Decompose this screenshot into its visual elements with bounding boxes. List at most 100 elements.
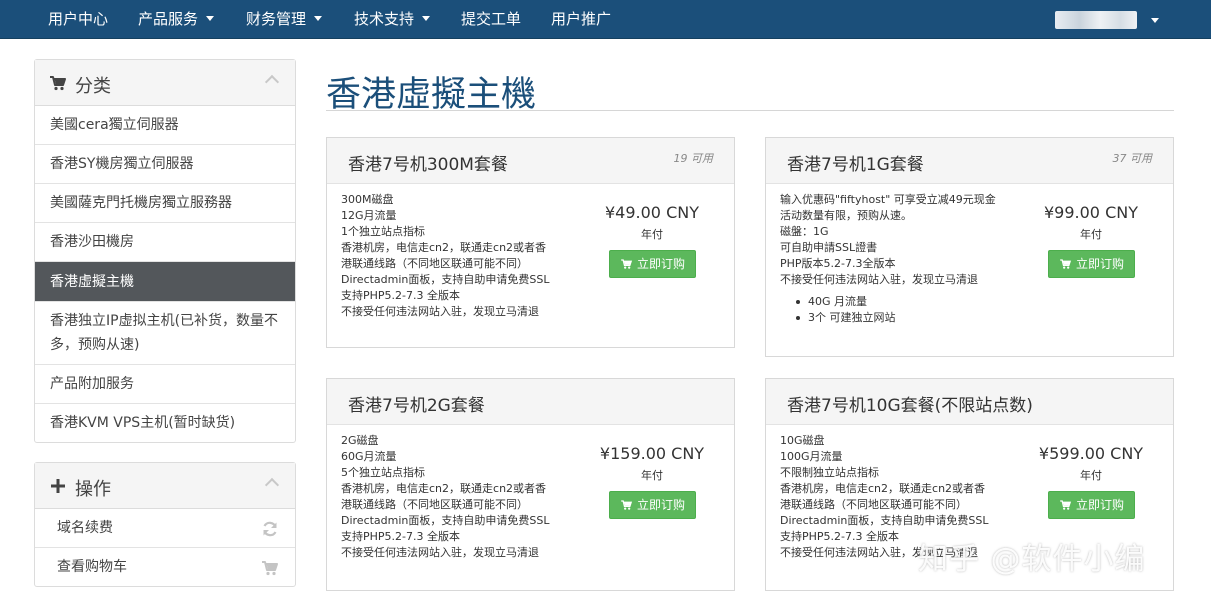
cart-icon	[621, 258, 633, 269]
feature-line: 港联通线路（不同地区联通可能不同）	[780, 498, 967, 511]
product-card: 香港7号机300M套餐 19 可用 300M磁盘 12G月流量 1个独立站点指标…	[326, 137, 735, 348]
feature-line: 60G月流量	[341, 450, 397, 463]
cart-icon	[621, 499, 633, 510]
feature-line: 活动数量有限，预购从速。	[780, 209, 912, 222]
cart-icon	[262, 561, 278, 576]
product-description: 输入优惠码"fiftyhost" 可享受立减49元现金 活动数量有限，预购从速。…	[780, 192, 1004, 326]
feature-line: 输入优惠码"fiftyhost" 可享受立减49元现金	[780, 193, 996, 206]
feature-line: 12G月流量	[341, 209, 397, 222]
sidebar-item-cera[interactable]: 美國cera獨立伺服器	[35, 106, 295, 145]
sidebar-item-label: 美國薩克門托機房獨立服務器	[50, 195, 232, 211]
feature-line: 不限制独立站点指标	[780, 466, 879, 479]
sidebar-item-sacramento[interactable]: 美國薩克門托機房獨立服務器	[35, 184, 295, 223]
feature-line: 1个独立站点指标	[341, 225, 425, 238]
sidebar-item-kvm-vps[interactable]: 香港KVM VPS主机(暂时缺货)	[35, 404, 295, 442]
sidebar-item-hk-dedicated-ip[interactable]: 香港独立IP虚拟主机(已补货，数量不多，预购从速)	[35, 302, 295, 365]
feature-line: 磁盤：1G	[780, 225, 829, 238]
product-price: ¥159.00 CNY	[599, 444, 705, 463]
cart-icon	[1060, 499, 1072, 510]
feature-line: 香港机房，电信走cn2，联通走cn2或者香	[341, 482, 547, 495]
actions-panel-header[interactable]: 操作	[35, 463, 295, 509]
feature-line: PHP版本5.2-7.3全版本	[780, 257, 896, 270]
feature-bullet: 40G 月流量	[796, 294, 1004, 310]
categories-title: 分类	[75, 76, 111, 97]
sidebar-item-label: 香港独立IP虚拟主机(已补货，数量不多，预购从速)	[50, 313, 279, 353]
nav-label: 技术支持	[354, 10, 415, 28]
nav-billing[interactable]: 财务管理	[246, 0, 323, 39]
product-description: 300M磁盘 12G月流量 1个独立站点指标 香港机房，电信走cn2，联通走cn…	[341, 192, 565, 320]
sidebar-item-view-cart[interactable]: 查看购物车	[35, 548, 295, 586]
billing-cycle: 年付	[641, 228, 663, 241]
feature-line: 100G月流量	[780, 450, 843, 463]
product-name: 香港7号机2G套餐	[348, 396, 485, 416]
product-price: ¥599.00 CNY	[1038, 444, 1144, 463]
order-button-label: 立即订购	[636, 257, 685, 271]
feature-line: 不接受任何违法网站入驻，发现立马清退	[341, 305, 539, 318]
caret-down-icon	[422, 16, 431, 21]
categories-panel-header[interactable]: 分类	[35, 60, 295, 106]
nav-submit-ticket[interactable]: 提交工单	[461, 0, 521, 39]
order-now-button[interactable]: 立即订购	[1048, 491, 1135, 519]
nav-label: 用户中心	[48, 10, 109, 28]
nav-label: 用户推广	[551, 10, 612, 28]
feature-line: Directadmin面板，支持自助申请免费SSL	[780, 514, 989, 527]
cart-icon	[1060, 258, 1072, 269]
cart-icon	[50, 76, 66, 91]
product-availability: 37 可用	[1112, 152, 1153, 165]
feature-bullet: 3个 可建独立网站	[796, 310, 1004, 326]
caret-down-icon	[206, 16, 215, 21]
feature-line: 300M磁盘	[341, 193, 394, 206]
feature-line: 港联通线路（不同地区联通可能不同）	[341, 498, 528, 511]
chevron-up-icon[interactable]	[264, 477, 280, 493]
feature-line: 可自助申請SSL證書	[780, 241, 878, 254]
product-card-header: 香港7号机1G套餐 37 可用	[766, 138, 1173, 184]
feature-line: 10G磁盘	[780, 434, 825, 447]
sidebar-item-domain-renew[interactable]: 域名续费	[35, 509, 295, 548]
sidebar-item-addons[interactable]: 产品附加服务	[35, 365, 295, 404]
sidebar-item-label: 查看购物车	[57, 559, 127, 575]
product-card: 香港7号机1G套餐 37 可用 输入优惠码"fiftyhost" 可享受立减49…	[765, 137, 1174, 357]
order-now-button[interactable]: 立即订购	[1048, 250, 1135, 278]
feature-line: 不接受任何违法网站入驻，发现立马清退	[780, 273, 978, 286]
product-price: ¥99.00 CNY	[1044, 203, 1138, 222]
actions-title: 操作	[75, 479, 111, 500]
watermark-text: 知乎 @软件小编	[918, 542, 1146, 577]
feature-line: Directadmin面板，支持自助申请免费SSL	[341, 514, 550, 527]
feature-line: 不接受任何违法网站入驻，发现立马清退	[341, 546, 539, 559]
sidebar-item-sy[interactable]: 香港SY機房獨立伺服器	[35, 145, 295, 184]
feature-line: 香港机房，电信走cn2，联通走cn2或者香	[341, 241, 547, 254]
nav-label: 提交工单	[461, 10, 522, 28]
chevron-up-icon[interactable]	[264, 74, 280, 90]
sidebar-item-label: 香港KVM VPS主机(暂时缺货)	[50, 415, 236, 431]
nav-support[interactable]: 技术支持	[354, 0, 431, 39]
actions-panel: 操作 域名续费 查看购物车	[34, 462, 296, 587]
sidebar-item-hk-virtual-hosting[interactable]: 香港虛擬主機	[35, 262, 295, 302]
user-account-menu[interactable]	[1055, 6, 1175, 34]
feature-bullets: 40G 月流量 3个 可建独立网站	[780, 294, 1004, 326]
refresh-icon	[263, 521, 277, 537]
billing-cycle: 年付	[1080, 228, 1102, 241]
product-card-header: 香港7号机300M套餐 19 可用	[327, 138, 734, 184]
product-name: 香港7号机300M套餐	[348, 155, 508, 175]
caret-down-icon	[314, 16, 323, 21]
sidebar-item-label: 香港虛擬主機	[50, 274, 134, 290]
top-navbar: 用户中心 产品服务 财务管理 技术支持 提交工单 用户推广	[0, 0, 1211, 39]
product-card-header: 香港7号机10G套餐(不限站点数)	[766, 379, 1173, 425]
order-button-label: 立即订购	[1075, 257, 1124, 271]
title-divider	[326, 110, 1174, 111]
feature-line: 香港机房，电信走cn2，联通走cn2或者香	[780, 482, 986, 495]
product-name: 香港7号机1G套餐	[787, 155, 924, 175]
nav-affiliates[interactable]: 用户推广	[551, 0, 611, 39]
order-button-label: 立即订购	[636, 498, 685, 512]
user-name-blurred	[1055, 11, 1137, 29]
order-now-button[interactable]: 立即订购	[609, 250, 696, 278]
sidebar-item-label: 美國cera獨立伺服器	[50, 117, 179, 133]
caret-down-icon	[1151, 18, 1159, 23]
sidebar-item-label: 香港沙田機房	[50, 234, 134, 250]
order-now-button[interactable]: 立即订购	[609, 491, 696, 519]
sidebar-item-shatin[interactable]: 香港沙田機房	[35, 223, 295, 262]
categories-panel: 分类 美國cera獨立伺服器 香港SY機房獨立伺服器 美國薩克門托機房獨立服務器…	[34, 59, 296, 443]
nav-user-center[interactable]: 用户中心	[48, 0, 108, 39]
feature-line: 5个独立站点指标	[341, 466, 425, 479]
nav-products[interactable]: 产品服务	[138, 0, 215, 39]
